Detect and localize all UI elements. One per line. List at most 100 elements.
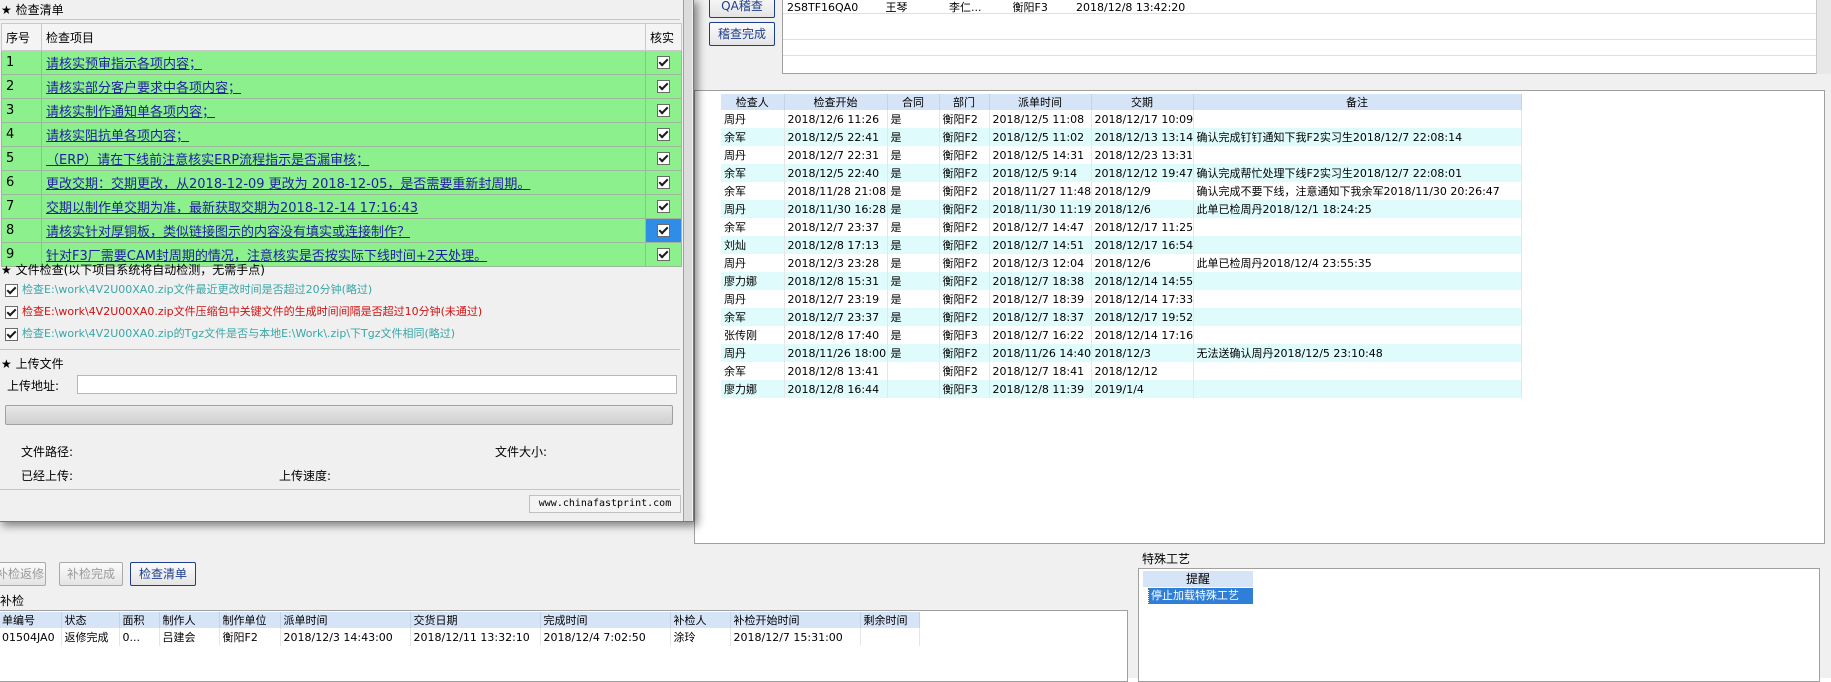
table-row[interactable]: 周丹 2018/11/30 16:28 是衡阳F2 2018/11/30 11:19 2… bbox=[721, 200, 1522, 218]
checkbox-icon[interactable] bbox=[657, 200, 670, 213]
checklist-row[interactable]: 2 请核实部分客户要求中各项内容； bbox=[1, 74, 682, 99]
top-grid[interactable]: 2S8TF16QA0 王琴 李仁... 衡阳F3 2018/12/8 13:42… bbox=[782, 0, 1817, 74]
recheck-col-header[interactable]: 补检开始时间 bbox=[730, 612, 861, 628]
checklist-row[interactable]: 5 （ERP）请在下线前注意核实ERP流程指示是否漏审核； bbox=[1, 146, 682, 171]
checkbox-icon[interactable] bbox=[657, 224, 670, 237]
checklist-verify-cell[interactable] bbox=[645, 146, 682, 171]
table-cell: 衡阳F2 bbox=[939, 218, 990, 236]
main-col-header[interactable]: 部门 bbox=[939, 94, 990, 110]
file-check-text: 检查E:\work\4V2U00XA0.zip文件压缩包中关键文件的生成时间间隔… bbox=[22, 305, 483, 318]
recheck-table[interactable]: 单编号 状态 面积 制作人 制作单位 派单时间 交货日期 完成时间 补检人 补检开始时间 剩余时间 … bbox=[0, 612, 920, 646]
table-row[interactable]: 周丹 2018/11/26 18:00 是衡阳F2 2018/11/26 14:40 2… bbox=[721, 344, 1522, 362]
recheck-col-header[interactable]: 剩余时间 bbox=[860, 612, 920, 628]
checklist-row[interactable]: 3 请核实制作通知单各项内容； bbox=[1, 98, 682, 123]
recheck-col-header[interactable]: 派单时间 bbox=[280, 612, 411, 628]
checklist-item-link[interactable]: （ERP）请在下线前注意核实ERP流程指示是否漏审核； bbox=[41, 146, 646, 171]
recheck-col-header[interactable]: 完成时间 bbox=[540, 612, 671, 628]
checkbox-icon[interactable] bbox=[657, 80, 670, 93]
checkbox-icon[interactable] bbox=[5, 305, 18, 319]
checkbox-icon[interactable] bbox=[657, 176, 670, 189]
checklist-item-link[interactable]: 请核实部分客户要求中各项内容； bbox=[41, 74, 646, 99]
table-row[interactable]: 余军 2018/12/7 23:37 是衡阳F2 2018/12/7 18:37 201… bbox=[721, 308, 1522, 326]
checklist-verify-cell[interactable] bbox=[645, 50, 682, 75]
recheck-grid[interactable]: 单编号 状态 面积 制作人 制作单位 派单时间 交货日期 完成时间 补检人 补检开始时间 剩余时间 … bbox=[0, 610, 1128, 682]
col-item: 检查项目 bbox=[41, 23, 646, 51]
dialog-right-edge bbox=[683, 0, 692, 521]
checklist-verify-cell[interactable] bbox=[645, 74, 682, 99]
recheck-done-button[interactable]: 补检完成 bbox=[59, 562, 123, 586]
table-row[interactable]: 周丹 2018/12/6 11:26 是衡阳F2 2018/12/5 11:08 201… bbox=[721, 110, 1522, 128]
checklist-verify-cell[interactable] bbox=[645, 98, 682, 123]
table-cell: 2018/12/5 22:41 bbox=[784, 128, 888, 146]
checklist-table[interactable]: 序号 检查项目 核实 1 请核实预审指示各项内容； 2 请核实部分客户要求中各项内容；… bbox=[1, 23, 682, 267]
main-grid[interactable]: 检查人 检查开始 合同 部门 派单时间 交期 备注 周丹 2018/12/6 11:26 是衡阳… bbox=[694, 90, 1825, 544]
recheck-col-header[interactable]: 单编号 bbox=[0, 612, 62, 628]
table-row[interactable]: 廖力娜 2018/12/8 15:31 是衡阳F2 2018/12/7 18:38 20… bbox=[721, 272, 1522, 290]
main-col-header[interactable]: 合同 bbox=[887, 94, 940, 110]
audit-done-button[interactable]: 稽查完成 bbox=[709, 22, 775, 46]
checklist-item-link[interactable]: 请核实针对厚铜板，类似链接图示的内容没有填实或连接制作？ bbox=[41, 218, 646, 243]
checklist-item-link[interactable]: 更改交期：交期更改，从2018-12-09 更改为 2018-12-05，是否需… bbox=[41, 170, 646, 195]
checklist-verify-cell[interactable] bbox=[645, 122, 682, 147]
checklist-item-link[interactable]: 请核实制作通知单各项内容； bbox=[41, 98, 646, 123]
recheck-col-header[interactable]: 补检人 bbox=[670, 612, 731, 628]
table-row[interactable]: 周丹 2018/12/7 23:19 是衡阳F2 2018/12/7 18:39 201… bbox=[721, 290, 1522, 308]
footer-url: www.chinafastprint.com bbox=[529, 495, 681, 513]
table-cell: 是 bbox=[887, 272, 940, 290]
table-row[interactable]: 余军 2018/12/7 23:37 是衡阳F2 2018/12/7 14:47 201… bbox=[721, 218, 1522, 236]
upload-addr-input[interactable] bbox=[77, 375, 677, 394]
table-cell: 衡阳F3 bbox=[939, 326, 990, 344]
checklist-item-link[interactable]: 交期以制作单交期为准，最新获取交期为2018-12-14 17:16:43 bbox=[41, 194, 646, 219]
recheck-col-header[interactable]: 面积 bbox=[119, 612, 160, 628]
checklist-verify-cell[interactable] bbox=[645, 194, 682, 219]
checklist-row[interactable]: 8 请核实针对厚铜板，类似链接图示的内容没有填实或连接制作？ bbox=[1, 218, 682, 243]
top-grid-row[interactable]: 2S8TF16QA0 王琴 李仁... 衡阳F3 2018/12/8 13:42… bbox=[787, 0, 1216, 14]
top-grid-scrollbar[interactable] bbox=[1816, 0, 1831, 74]
recheck-col-header[interactable]: 制作人 bbox=[159, 612, 220, 628]
main-col-header[interactable]: 检查人 bbox=[721, 94, 785, 110]
table-row[interactable]: 周丹 2018/12/3 23:28 是衡阳F2 2018/12/3 12:04 201… bbox=[721, 254, 1522, 272]
table-cell bbox=[1193, 110, 1522, 128]
recheck-col-header[interactable]: 制作单位 bbox=[219, 612, 281, 628]
table-row[interactable]: 余军 2018/11/28 21:08 是衡阳F2 2018/11/27 11:48 2… bbox=[721, 182, 1522, 200]
checkbox-icon[interactable] bbox=[657, 248, 670, 261]
checkbox-icon[interactable] bbox=[657, 104, 670, 117]
checkbox-icon[interactable] bbox=[657, 56, 670, 69]
main-col-header[interactable]: 派单时间 bbox=[989, 94, 1092, 110]
checklist-item-link[interactable]: 请核实预审指示各项内容； bbox=[41, 50, 646, 75]
checkbox-icon[interactable] bbox=[5, 327, 18, 341]
main-col-header[interactable]: 备注 bbox=[1193, 94, 1522, 110]
checklist-row[interactable]: 6 更改交期：交期更改，从2018-12-09 更改为 2018-12-05，是否… bbox=[1, 170, 682, 195]
special-process-panel[interactable]: 提醒 停止加载特殊工艺 bbox=[1138, 568, 1820, 682]
table-cell: 2018/12/12 19:47 bbox=[1091, 164, 1194, 182]
checkbox-icon[interactable] bbox=[5, 283, 18, 297]
checklist-row[interactable]: 7 交期以制作单交期为准，最新获取交期为2018-12-14 17:16:43 bbox=[1, 194, 682, 219]
checklist-verify-cell[interactable] bbox=[645, 242, 682, 267]
checklist-row[interactable]: 4 请核实阻抗单各项内容； bbox=[1, 122, 682, 147]
checkbox-icon[interactable] bbox=[657, 128, 670, 141]
table-row[interactable]: 张传刚 2018/12/8 17:40 是衡阳F3 2018/12/7 16:22 20… bbox=[721, 326, 1522, 344]
checklist-verify-cell[interactable] bbox=[645, 170, 682, 195]
table-row[interactable]: 余军 2018/12/5 22:40 是衡阳F2 2018/12/5 9:14 2018… bbox=[721, 164, 1522, 182]
checklist-button[interactable]: 检查清单 bbox=[130, 562, 196, 586]
qa-audit-button[interactable]: QA稽查 bbox=[709, 0, 775, 18]
table-cell bbox=[887, 380, 940, 398]
table-row[interactable]: 廖力娜 2018/12/8 16:44 衡阳F3 2018/12/8 11:39 201… bbox=[721, 380, 1522, 398]
recheck-col-header[interactable]: 交货日期 bbox=[410, 612, 541, 628]
table-row[interactable]: 01504JA0 返修完成 0... 吕建会 衡阳F2 2018/12/3 14:43:0… bbox=[0, 628, 920, 646]
main-col-header[interactable]: 交期 bbox=[1091, 94, 1194, 110]
table-row[interactable]: 余军 2018/12/8 13:41 衡阳F2 2018/12/7 18:41 2018… bbox=[721, 362, 1522, 380]
table-cell: 是 bbox=[887, 326, 940, 344]
repair-button[interactable]: 补检返修 bbox=[0, 562, 46, 586]
checklist-row[interactable]: 1 请核实预审指示各项内容； bbox=[1, 50, 682, 75]
recheck-col-header[interactable]: 状态 bbox=[61, 612, 120, 628]
table-row[interactable]: 刘灿 2018/12/8 17:13 是衡阳F2 2018/12/7 14:51 201… bbox=[721, 236, 1522, 254]
table-row[interactable]: 余军 2018/12/5 22:41 是衡阳F2 2018/12/5 11:02 201… bbox=[721, 128, 1522, 146]
checkbox-icon[interactable] bbox=[657, 152, 670, 165]
main-table[interactable]: 检查人 检查开始 合同 部门 派单时间 交期 备注 周丹 2018/12/6 11:26 是衡阳… bbox=[721, 94, 1522, 398]
checklist-verify-cell[interactable] bbox=[645, 218, 682, 243]
table-row[interactable]: 周丹 2018/12/7 22:31 是衡阳F2 2018/12/5 14:31 201… bbox=[721, 146, 1522, 164]
checklist-item-link[interactable]: 请核实阻抗单各项内容； bbox=[41, 122, 646, 147]
main-col-header[interactable]: 检查开始 bbox=[784, 94, 888, 110]
special-item[interactable]: 停止加载特殊工艺 bbox=[1149, 588, 1253, 604]
